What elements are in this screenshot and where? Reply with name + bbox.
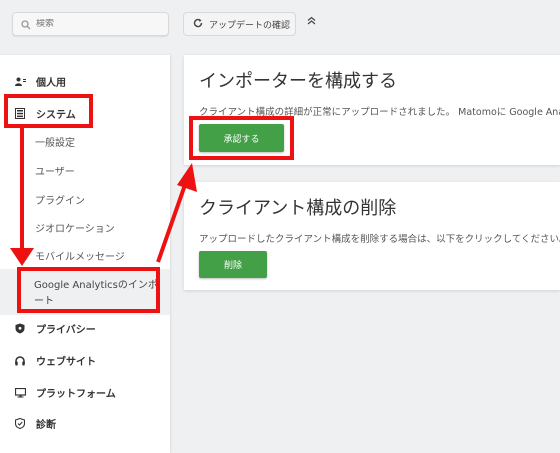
collapse-header-button[interactable]: [307, 15, 316, 28]
delete-config-title: クライアント構成の削除: [199, 198, 397, 219]
sidebar-item-plugins[interactable]: プラグイン: [35, 192, 85, 207]
sidebar-item-diagnostics[interactable]: 診断: [14, 416, 56, 431]
person-icon: [14, 77, 26, 86]
search-box[interactable]: [12, 12, 169, 36]
highlight-system: [4, 94, 93, 128]
highlight-google-analytics-import: [17, 267, 160, 313]
sidebar-label-platform: プラットフォーム: [36, 389, 116, 400]
sidebar-label-diagnostics: 診断: [36, 420, 56, 431]
shield-check-icon: [14, 418, 26, 429]
sidebar-label-personal: 個人用: [36, 78, 66, 89]
delete-button[interactable]: 削除: [199, 251, 267, 278]
double-chevron-up-icon: [307, 16, 316, 25]
sidebar-item-websites[interactable]: ウェブサイト: [14, 353, 96, 368]
highlight-authorize-button: [189, 116, 294, 160]
sidebar-item-geolocation[interactable]: ジオロケーション: [35, 220, 115, 235]
monitor-icon: [14, 387, 26, 398]
sidebar-item-personal[interactable]: 個人用: [14, 74, 66, 89]
shield-dot-icon: [14, 323, 26, 334]
sidebar-label-privacy: プライバシー: [36, 325, 96, 336]
sidebar-item-platform[interactable]: プラットフォーム: [14, 385, 116, 400]
check-updates-button[interactable]: アップデートの確認: [183, 12, 296, 36]
delete-config-message: アップロードしたクライアント構成を削除する場合は、以下をクリックしてください。: [199, 234, 560, 245]
sidebar-item-mobile-messaging[interactable]: モバイルメッセージ: [35, 248, 125, 263]
sidebar-item-privacy[interactable]: プライバシー: [14, 321, 96, 336]
check-updates-label: アップデートの確認: [209, 20, 291, 31]
sidebar-item-general-settings[interactable]: 一般設定: [35, 134, 75, 149]
search-icon: [21, 15, 31, 34]
search-input[interactable]: [36, 19, 156, 29]
importer-config-title: インポーターを構成する: [199, 71, 397, 92]
sidebar-item-users[interactable]: ユーザー: [35, 163, 75, 178]
refresh-icon: [193, 18, 203, 31]
sidebar-label-websites: ウェブサイト: [36, 357, 96, 368]
delete-config-card: クライアント構成の削除 アップロードしたクライアント構成を削除する場合は、以下を…: [184, 182, 560, 290]
headset-icon: [14, 355, 26, 366]
